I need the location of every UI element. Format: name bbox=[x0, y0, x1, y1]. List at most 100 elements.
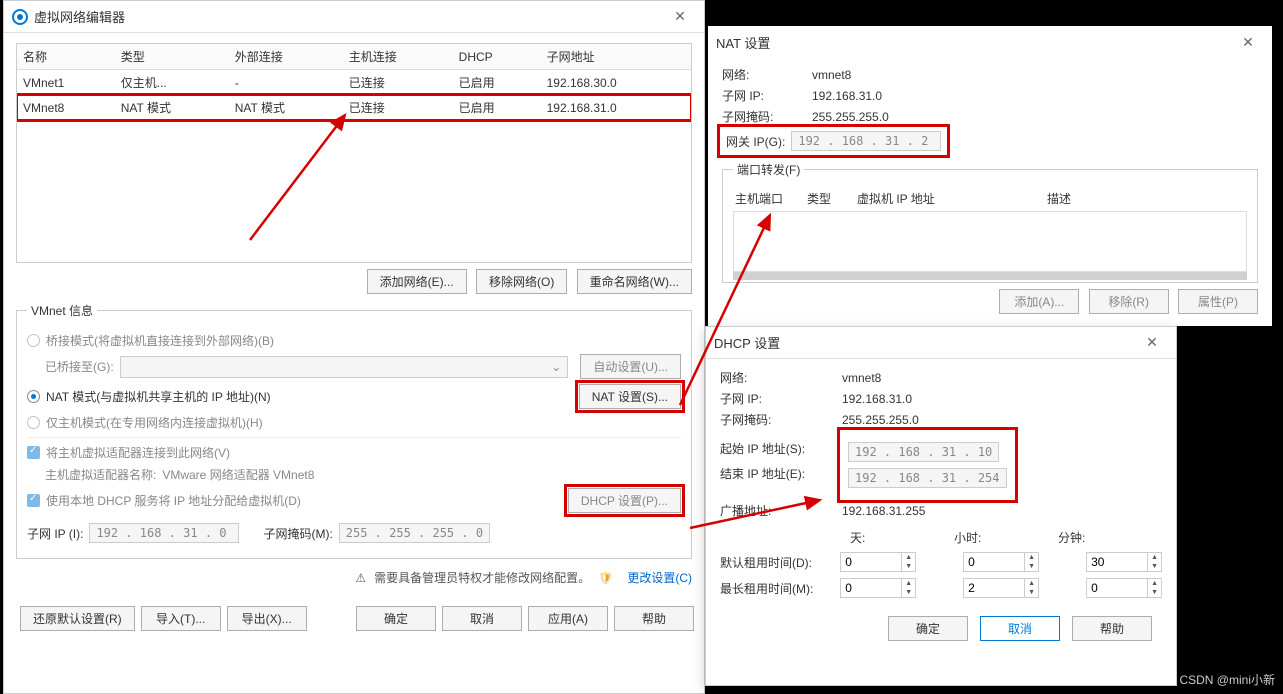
nat-settings-window: NAT 设置 ✕ 网络: vmnet8 子网 IP: 192.168.31.0 … bbox=[708, 26, 1272, 326]
gateway-label: 网关 IP(G): bbox=[726, 133, 785, 150]
checkbox-icon[interactable] bbox=[27, 494, 40, 507]
ok-button[interactable]: 确定 bbox=[888, 616, 968, 641]
gateway-ip-field[interactable]: 192 . 168 . 31 . 2 bbox=[791, 131, 941, 151]
pf-buttons: 添加(A)... 移除(R) 属性(P) bbox=[722, 289, 1258, 314]
subnet-row: 子网 IP (I): 192 . 168 . 31 . 0 子网掩码(M): 2… bbox=[27, 523, 681, 543]
col-type: 类型 bbox=[115, 44, 229, 70]
radio-icon[interactable] bbox=[27, 334, 40, 347]
hostonly-radio-label: 仅主机模式(在专用网络内连接虚拟机)(H) bbox=[46, 414, 263, 431]
export-button[interactable]: 导出(X)... bbox=[227, 606, 307, 631]
default-lease-minutes[interactable]: ▲▼ bbox=[1086, 552, 1162, 572]
close-icon[interactable]: ✕ bbox=[664, 1, 696, 32]
dhcp-settings-window: DHCP 设置 ✕ 网络: vmnet8 子网 IP: 192.168.31.0… bbox=[705, 326, 1177, 686]
admin-warning-row: ⚠ 需要具备管理员特权才能修改网络配置。 🛡 更改设置(C) bbox=[16, 569, 692, 586]
admin-warning-text: 需要具备管理员特权才能修改网络配置。 bbox=[374, 569, 590, 586]
start-ip-field[interactable]: 192 . 168 . 31 . 10 bbox=[848, 442, 999, 462]
dhcp-mask-value: 255.255.255.0 bbox=[842, 413, 919, 427]
close-icon[interactable]: ✕ bbox=[1136, 327, 1168, 358]
remove-network-button[interactable]: 移除网络(O) bbox=[476, 269, 567, 294]
end-ip-label: 结束 IP 地址(E): bbox=[720, 465, 805, 482]
nat-radio-label: NAT 模式(与虚拟机共享主机的 IP 地址)(N) bbox=[46, 388, 567, 405]
cancel-button[interactable]: 取消 bbox=[980, 616, 1060, 641]
default-lease-hours[interactable]: ▲▼ bbox=[963, 552, 1039, 572]
radio-icon[interactable] bbox=[27, 416, 40, 429]
checkbox-icon[interactable] bbox=[27, 446, 40, 459]
subnet-mask-field[interactable]: 255 . 255 . 255 . 0 bbox=[339, 523, 490, 543]
table-row[interactable]: VMnet1 仅主机... - 已连接 已启用 192.168.30.0 bbox=[17, 70, 691, 96]
scrollbar[interactable] bbox=[733, 272, 1247, 280]
broadcast-row: 广播地址: 192.168.31.255 bbox=[720, 502, 1162, 519]
max-lease-hours[interactable]: ▲▼ bbox=[963, 578, 1039, 598]
table-row[interactable]: VMnet8 NAT 模式 NAT 模式 已连接 已启用 192.168.31.… bbox=[17, 95, 691, 120]
broadcast-value: 192.168.31.255 bbox=[842, 504, 925, 518]
lease-header: 天: 小时: 分钟: bbox=[720, 529, 1162, 546]
auto-settings-button[interactable]: 自动设置(U)... bbox=[580, 354, 681, 379]
add-network-button[interactable]: 添加网络(E)... bbox=[367, 269, 467, 294]
subnet-ip-label: 子网 IP (I): bbox=[27, 525, 83, 542]
col-dhcp: DHCP bbox=[453, 44, 541, 70]
port-forward-fieldset: 端口转发(F) 主机端口 类型 虚拟机 IP 地址 描述 bbox=[722, 161, 1258, 283]
nat-content: 网络: vmnet8 子网 IP: 192.168.31.0 子网掩码: 255… bbox=[708, 58, 1272, 324]
host-adapter-name-value: VMware 网络适配器 VMnet8 bbox=[162, 466, 314, 483]
restore-defaults-button[interactable]: 还原默认设置(R) bbox=[20, 606, 135, 631]
pf-header: 主机端口 类型 虚拟机 IP 地址 描述 bbox=[733, 186, 1247, 212]
max-lease-minutes[interactable]: ▲▼ bbox=[1086, 578, 1162, 598]
import-button[interactable]: 导入(T)... bbox=[141, 606, 221, 631]
change-settings-button[interactable]: 更改设置(C) bbox=[627, 569, 692, 586]
dhcp-chk-label: 使用本地 DHCP 服务将 IP 地址分配给虚拟机(D) bbox=[46, 492, 556, 509]
apply-button[interactable]: 应用(A) bbox=[528, 606, 608, 631]
nat-subnet-row: 子网 IP: 192.168.31.0 bbox=[722, 87, 1258, 104]
max-lease-days[interactable]: ▲▼ bbox=[840, 578, 916, 598]
dhcp-title: DHCP 设置 bbox=[714, 333, 1136, 352]
col-external: 外部连接 bbox=[229, 44, 343, 70]
host-adapter-chk-row: 将主机虚拟适配器连接到此网络(V) bbox=[27, 444, 681, 461]
close-icon[interactable]: ✕ bbox=[1232, 26, 1264, 58]
col-hostconn: 主机连接 bbox=[343, 44, 453, 70]
bridged-to-label: 已桥接至(G): bbox=[45, 358, 114, 375]
nat-network-value: vmnet8 bbox=[812, 68, 851, 82]
nat-subnet-value: 192.168.31.0 bbox=[812, 89, 882, 103]
host-adapter-chk-label: 将主机虚拟适配器连接到此网络(V) bbox=[46, 444, 230, 461]
nat-network-row: 网络: vmnet8 bbox=[722, 66, 1258, 83]
pf-body[interactable] bbox=[733, 212, 1247, 272]
end-ip-field[interactable]: 192 . 168 . 31 . 254 bbox=[848, 468, 1007, 488]
nat-titlebar: NAT 设置 ✕ bbox=[708, 26, 1272, 58]
default-lease-row: 默认租用时间(D): ▲▼ ▲▼ ▲▼ bbox=[720, 552, 1162, 572]
host-adapter-name-label: 主机虚拟适配器名称: bbox=[45, 466, 156, 483]
rename-network-button[interactable]: 重命名网络(W)... bbox=[577, 269, 692, 294]
vne-titlebar: 虚拟网络编辑器 ✕ bbox=[4, 1, 704, 33]
pf-add-button[interactable]: 添加(A)... bbox=[999, 289, 1079, 314]
table-buttons: 添加网络(E)... 移除网络(O) 重命名网络(W)... bbox=[16, 269, 692, 294]
start-ip-label: 起始 IP 地址(S): bbox=[720, 440, 805, 457]
col-name: 名称 bbox=[17, 44, 115, 70]
host-adapter-name-row: 主机虚拟适配器名称: VMware 网络适配器 VMnet8 bbox=[27, 466, 681, 483]
radio-icon[interactable] bbox=[27, 390, 40, 403]
cancel-button[interactable]: 取消 bbox=[442, 606, 522, 631]
nat-mask-value: 255.255.255.0 bbox=[812, 110, 889, 124]
ip-range-box: 192 . 168 . 31 . 10 192 . 168 . 31 . 254 bbox=[842, 432, 1013, 498]
watermark: CSDN @mini小新 bbox=[1179, 671, 1275, 688]
dhcp-settings-button[interactable]: DHCP 设置(P)... bbox=[568, 488, 681, 513]
dhcp-subnet-row: 子网 IP: 192.168.31.0 bbox=[720, 390, 1162, 407]
dhcp-footer: 确定 取消 帮助 bbox=[720, 604, 1162, 651]
default-lease-days[interactable]: ▲▼ bbox=[840, 552, 916, 572]
nat-title: NAT 设置 bbox=[716, 33, 1232, 52]
dhcp-titlebar: DHCP 设置 ✕ bbox=[706, 327, 1176, 359]
ok-button[interactable]: 确定 bbox=[356, 606, 436, 631]
bridged-to-select[interactable]: ⌄ bbox=[120, 356, 569, 378]
subnet-ip-field[interactable]: 192 . 168 . 31 . 0 bbox=[89, 523, 239, 543]
pf-remove-button[interactable]: 移除(R) bbox=[1089, 289, 1169, 314]
nat-gateway-row: 网关 IP(G): 192 . 168 . 31 . 2 bbox=[722, 129, 945, 153]
help-button[interactable]: 帮助 bbox=[1072, 616, 1152, 641]
nat-settings-button[interactable]: NAT 设置(S)... bbox=[579, 384, 681, 409]
dhcp-subnet-value: 192.168.31.0 bbox=[842, 392, 912, 406]
bridged-to-row: 已桥接至(G): ⌄ 自动设置(U)... bbox=[27, 354, 681, 379]
nat-radio-row: NAT 模式(与虚拟机共享主机的 IP 地址)(N) NAT 设置(S)... bbox=[27, 384, 681, 409]
pf-props-button[interactable]: 属性(P) bbox=[1178, 289, 1258, 314]
warning-icon: ⚠ bbox=[355, 571, 366, 585]
col-subnet: 子网地址 bbox=[541, 44, 691, 70]
vmnet-table[interactable]: 名称 类型 外部连接 主机连接 DHCP 子网地址 VMnet1 仅主机... … bbox=[16, 43, 692, 263]
vne-title: 虚拟网络编辑器 bbox=[34, 7, 664, 26]
help-button[interactable]: 帮助 bbox=[614, 606, 694, 631]
dhcp-content: 网络: vmnet8 子网 IP: 192.168.31.0 子网掩码: 255… bbox=[706, 359, 1176, 659]
